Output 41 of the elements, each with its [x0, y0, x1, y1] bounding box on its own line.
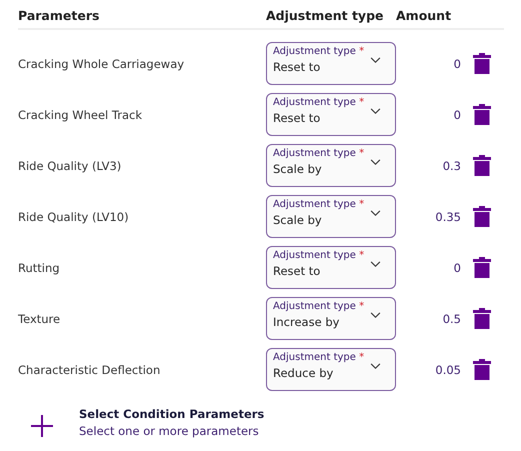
delete-icon[interactable] — [473, 53, 491, 74]
add-icon[interactable] — [31, 415, 53, 437]
adjustment-type-dropdown[interactable]: Adjustment type * Reduce by — [266, 348, 396, 391]
adjustment-type-dropdown[interactable]: Adjustment type * Scale by — [266, 144, 396, 187]
amount-value: 0.35 — [434, 210, 461, 224]
add-parameters-hint: Select one or more parameters — [79, 424, 260, 438]
amount-value: 0 — [452, 260, 461, 274]
delete-icon[interactable] — [473, 359, 491, 380]
delete-icon[interactable] — [473, 206, 491, 227]
amount-value: 0 — [452, 56, 461, 70]
column-header: Amount — [396, 8, 452, 23]
chevron-down-icon[interactable] — [370, 261, 381, 268]
parameter-name: Cracking Whole Carriageway — [18, 56, 186, 70]
add-parameters-title[interactable]: Select Condition Parameters — [79, 407, 264, 421]
adjustment-type-dropdown[interactable]: Adjustment type * Scale by — [266, 195, 396, 238]
parameter-name: Texture — [18, 312, 62, 326]
delete-icon[interactable] — [473, 155, 491, 176]
chevron-down-icon[interactable] — [370, 363, 381, 370]
chevron-down-icon[interactable] — [370, 312, 381, 319]
chevron-down-icon[interactable] — [370, 108, 381, 115]
amount-value: 0.05 — [434, 362, 461, 376]
parameter-name: Characteristic Deflection — [18, 362, 162, 376]
adjustment-type-dropdown[interactable]: Adjustment type * Reset to — [266, 246, 396, 289]
chevron-down-icon[interactable] — [370, 210, 381, 217]
amount-value: 0.5 — [442, 312, 461, 326]
parameter-name: Rutting — [18, 260, 61, 274]
delete-icon[interactable] — [473, 257, 491, 278]
chevron-down-icon[interactable] — [370, 57, 381, 64]
parameter-name: Cracking Wheel Track — [18, 108, 143, 122]
delete-icon[interactable] — [473, 104, 491, 125]
amount-value: 0.3 — [442, 158, 461, 172]
column-header: Parameters — [18, 8, 100, 23]
parameter-name: Ride Quality (LV3) — [18, 158, 122, 172]
adjustment-type-dropdown[interactable]: Adjustment type * Reset to — [266, 42, 396, 85]
adjustment-type-dropdown[interactable]: Adjustment type * Reset to — [266, 93, 396, 136]
adjustment-type-dropdown[interactable]: Adjustment type * Increase by — [266, 297, 396, 340]
parameter-name: Ride Quality (LV10) — [18, 210, 130, 224]
chevron-down-icon[interactable] — [370, 159, 381, 166]
amount-value: 0 — [452, 108, 461, 122]
delete-icon[interactable] — [473, 308, 491, 329]
column-header: Adjustment type — [266, 8, 384, 23]
